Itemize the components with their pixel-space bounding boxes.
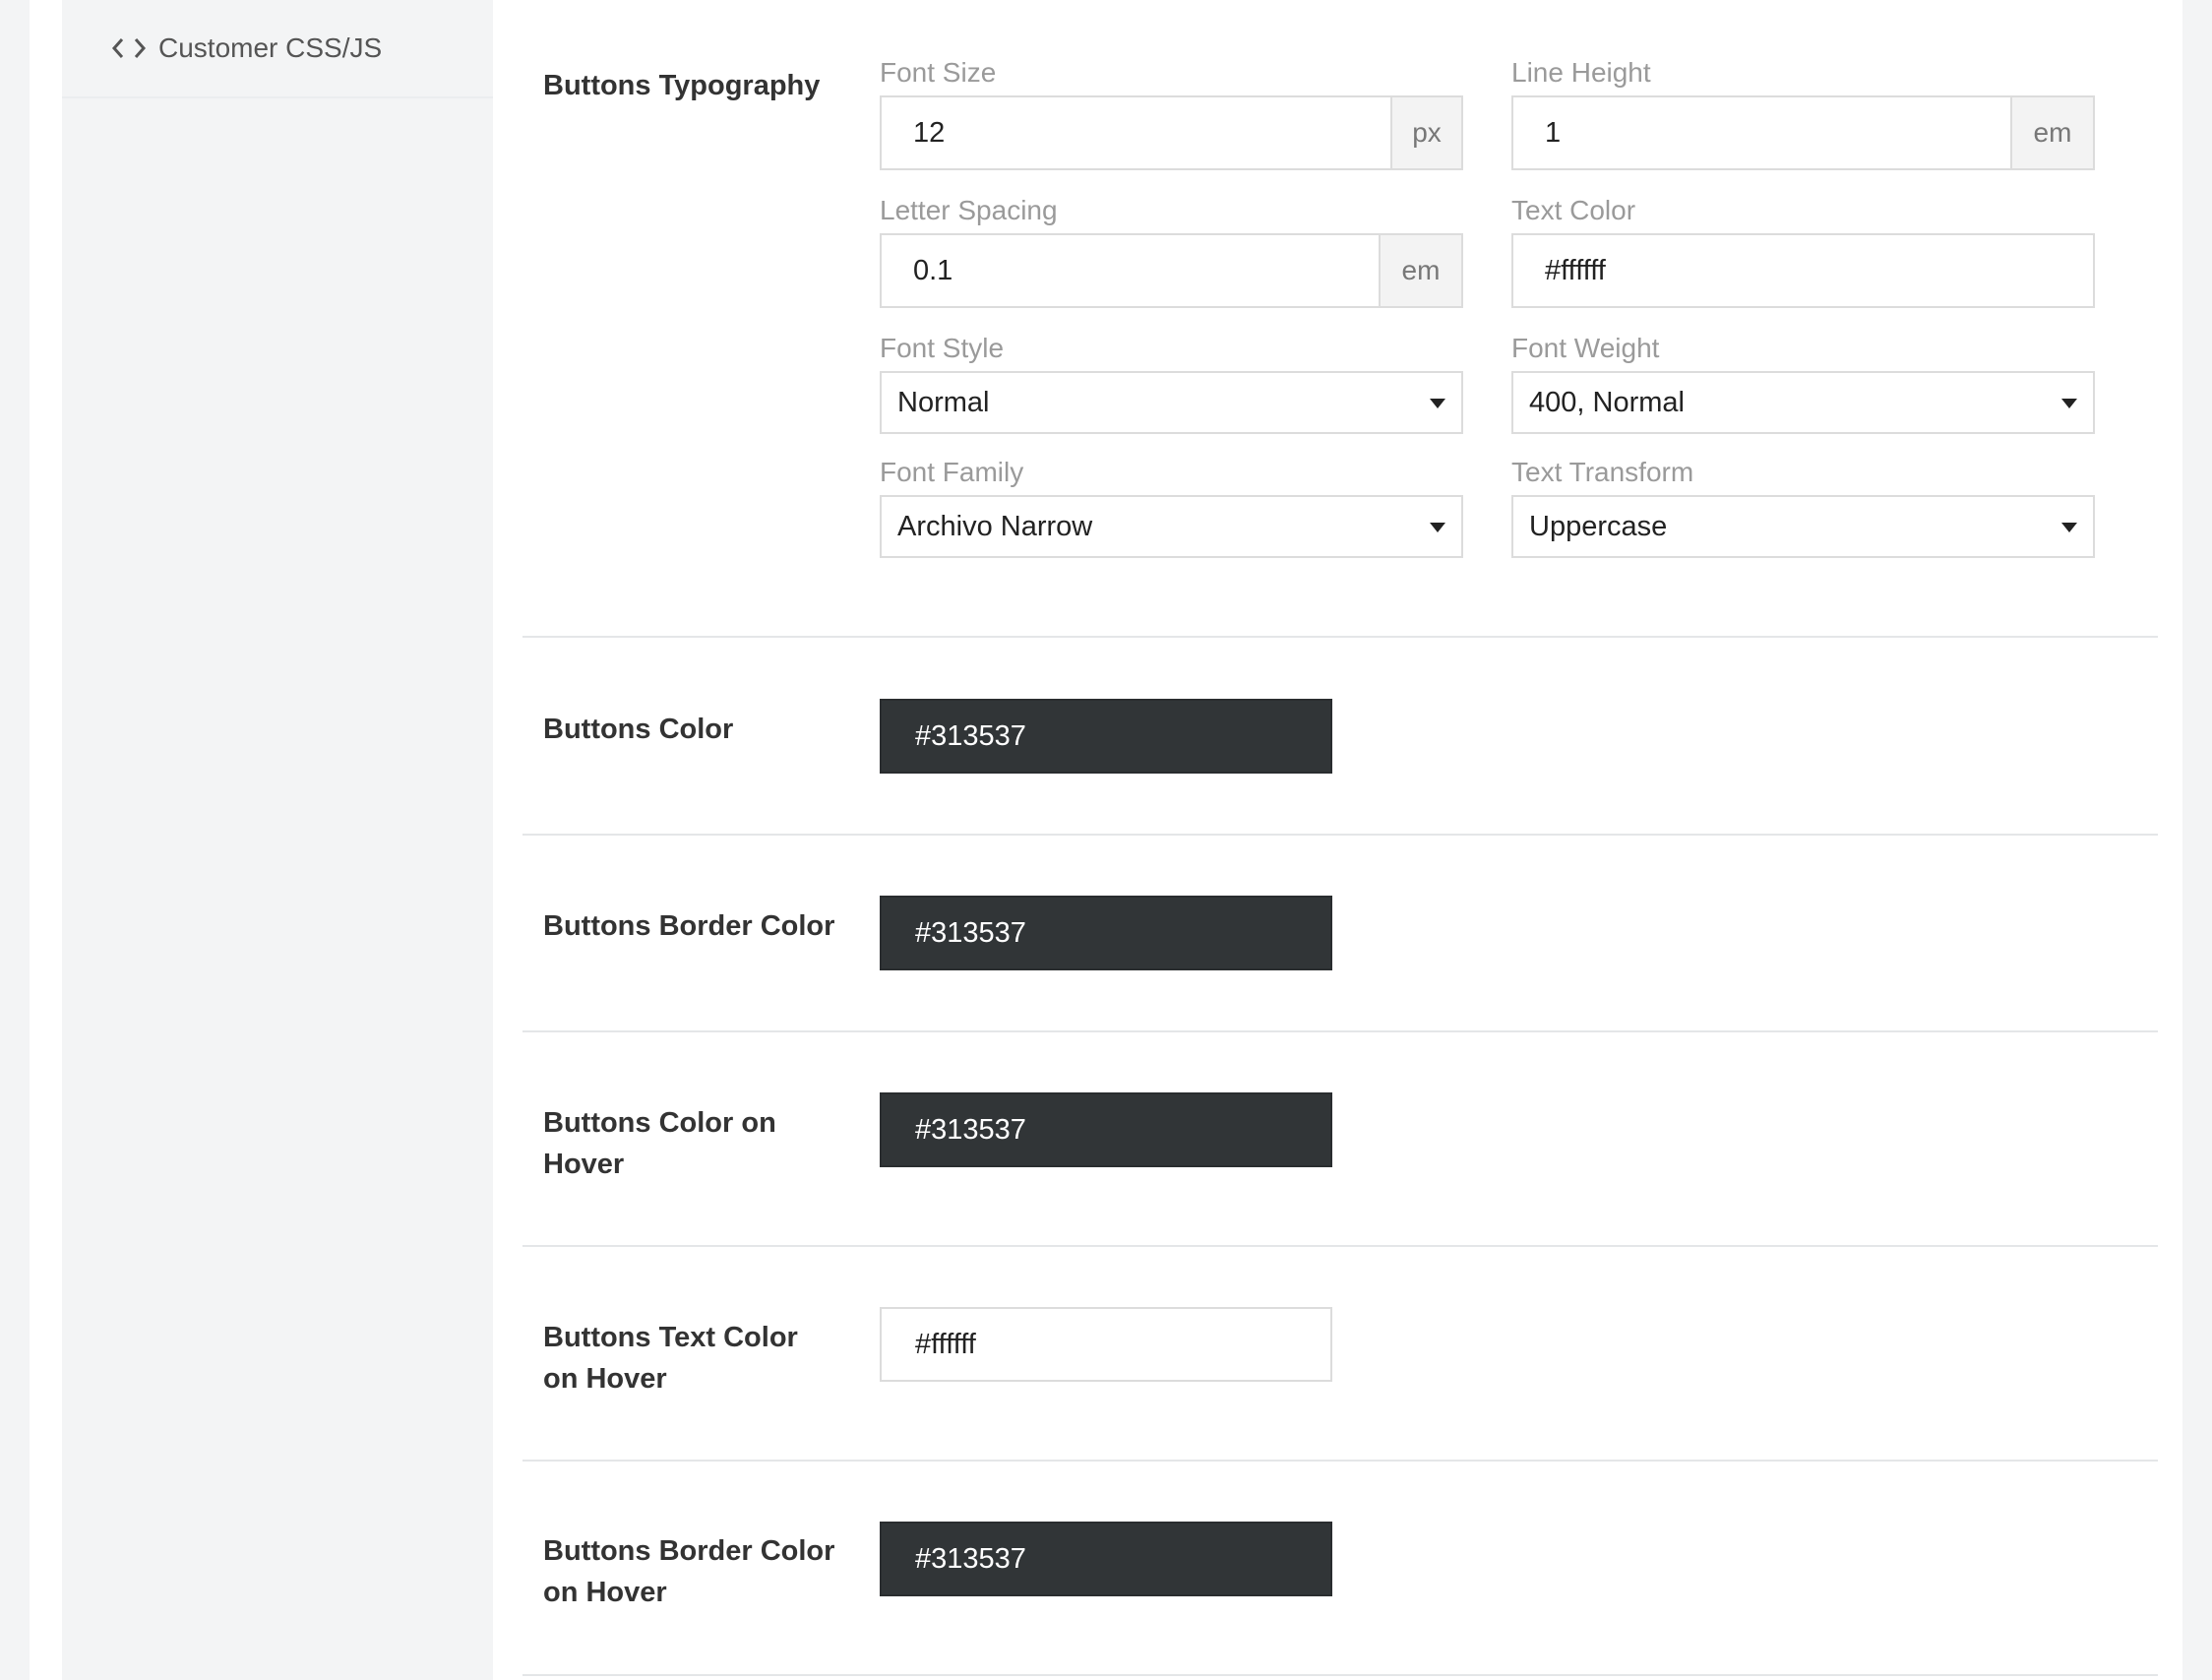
sidebar: Customer CSS/JS	[62, 0, 493, 1680]
font-weight-value: 400, Normal	[1529, 386, 1685, 418]
chevron-down-icon	[1430, 523, 1445, 532]
buttons-text-color-hover-label: Buttons Text Color on Hover	[543, 1322, 798, 1395]
font-size-value[interactable]: 12	[882, 97, 1390, 168]
font-style-select[interactable]: Normal	[880, 371, 1463, 434]
chevron-down-icon	[2061, 399, 2077, 408]
font-size-label: Font Size	[880, 57, 997, 88]
font-size-unit: px	[1390, 97, 1461, 168]
letter-spacing-value[interactable]: 0.1	[882, 235, 1379, 306]
font-style-label: Font Style	[880, 333, 1005, 363]
text-transform-label: Text Transform	[1511, 457, 1694, 487]
line-height-unit: em	[2010, 97, 2093, 168]
chevron-down-icon	[1430, 399, 1445, 408]
settings-panel: Buttons Typography Font Size 12 px Line …	[493, 0, 2212, 1680]
buttons-color-label: Buttons Color	[543, 714, 734, 745]
font-style-value: Normal	[897, 386, 990, 418]
buttons-border-color-input[interactable]: #313537	[880, 896, 1332, 970]
code-icon	[109, 34, 149, 62]
line-height-field[interactable]: 1 em	[1511, 95, 2095, 170]
font-family-value: Archivo Narrow	[897, 510, 1093, 542]
divider	[522, 636, 2158, 638]
buttons-border-color-label: Buttons Border Color	[543, 910, 835, 942]
buttons-color-hover-input[interactable]: #313537	[880, 1092, 1332, 1167]
line-height-label: Line Height	[1511, 57, 1651, 88]
divider	[522, 1460, 2158, 1462]
letter-spacing-field[interactable]: 0.1 em	[880, 233, 1463, 308]
page-gutter-right	[2182, 0, 2212, 1680]
line-height-value[interactable]: 1	[1513, 97, 2010, 168]
page-gutter-inner	[30, 0, 62, 1680]
divider	[522, 834, 2158, 836]
font-family-select[interactable]: Archivo Narrow	[880, 495, 1463, 558]
font-weight-label: Font Weight	[1511, 333, 1660, 363]
text-color-label: Text Color	[1511, 195, 1636, 225]
letter-spacing-label: Letter Spacing	[880, 195, 1058, 225]
buttons-border-color-hover-input[interactable]: #313537	[880, 1522, 1332, 1596]
divider	[522, 1674, 2158, 1676]
buttons-border-color-hover-label: Buttons Border Color on Hover	[543, 1535, 835, 1608]
font-family-label: Font Family	[880, 457, 1024, 487]
buttons-typography-title: Buttons Typography	[543, 70, 821, 101]
letter-spacing-unit: em	[1379, 235, 1461, 306]
text-color-value[interactable]: #ffffff	[1513, 235, 2093, 306]
sidebar-item-label: Customer CSS/JS	[158, 32, 383, 63]
font-weight-select[interactable]: 400, Normal	[1511, 371, 2095, 434]
buttons-color-input[interactable]: #313537	[880, 699, 1332, 774]
sidebar-item-customer-css-js[interactable]: Customer CSS/JS	[62, 0, 493, 98]
chevron-down-icon	[2061, 523, 2077, 532]
buttons-color-hover-label: Buttons Color on Hover	[543, 1107, 776, 1180]
text-color-field[interactable]: #ffffff	[1511, 233, 2095, 308]
text-transform-value: Uppercase	[1529, 510, 1668, 542]
buttons-text-color-hover-input[interactable]: #ffffff	[880, 1307, 1332, 1382]
divider	[522, 1245, 2158, 1247]
text-transform-select[interactable]: Uppercase	[1511, 495, 2095, 558]
divider	[522, 1030, 2158, 1032]
font-size-field[interactable]: 12 px	[880, 95, 1463, 170]
